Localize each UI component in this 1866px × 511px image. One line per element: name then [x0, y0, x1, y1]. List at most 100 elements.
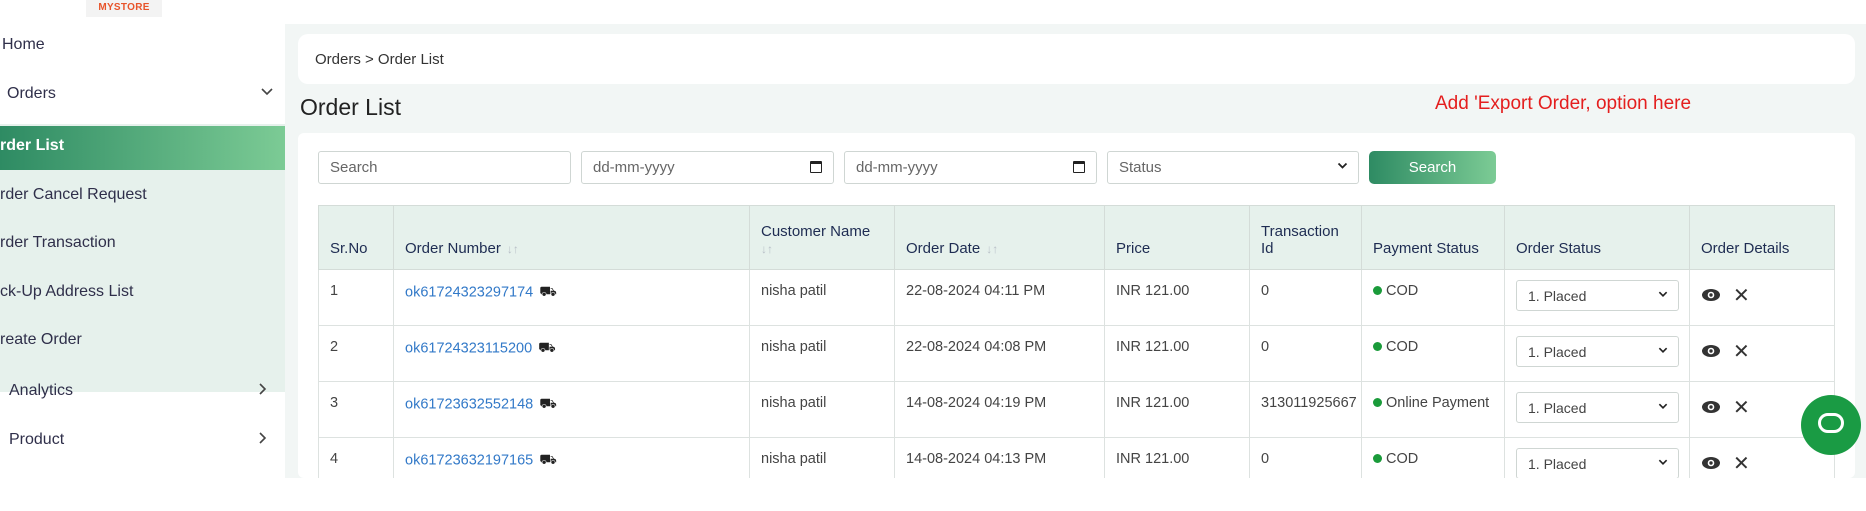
date-to-field[interactable]: dd-mm-yyyy [844, 151, 1097, 184]
cell-price: INR 121.00 [1104, 437, 1250, 478]
chevron-right-icon [256, 431, 270, 448]
delivery-truck-icon[interactable]: ⛟ [538, 339, 556, 358]
cell-order-details: ✕ [1689, 269, 1835, 326]
chevron-down-icon [1658, 399, 1668, 414]
sort-icon[interactable]: ↓↑ [507, 242, 519, 256]
status-dot-icon [1373, 454, 1382, 463]
chevron-down-icon [1658, 455, 1668, 470]
sidebar-item-order-cancel-request[interactable]: rder Cancel Request [0, 186, 285, 208]
col-header-customer-name[interactable]: Customer Name ↓↑ [749, 205, 895, 270]
chevron-down-icon [1658, 287, 1668, 302]
cell-payment-status: COD [1361, 437, 1505, 478]
order-number-link[interactable]: ok61724323297174 [405, 284, 533, 300]
status-dot-icon [1373, 286, 1382, 295]
breadcrumb: Orders > Order List [298, 34, 1855, 84]
order-number-link[interactable]: ok61724323115200 [405, 340, 532, 356]
col-header-order-details: Order Details [1689, 205, 1835, 270]
status-select-value: Status [1119, 159, 1162, 176]
cell-order-status: 1. Placed [1504, 269, 1690, 326]
status-select[interactable]: Status [1107, 151, 1359, 184]
sidebar-item-order-transaction[interactable]: rder Transaction [0, 234, 285, 256]
cell-order-number: ok61724323297174 ⛟ [393, 269, 750, 326]
order-number-link[interactable]: ok61723632552148 [405, 396, 533, 412]
chat-bubble-icon [1818, 413, 1844, 433]
status-dot-icon [1373, 398, 1382, 407]
cancel-close-icon[interactable]: ✕ [1733, 283, 1750, 308]
cell-customer-name: nisha patil [749, 381, 895, 438]
delivery-truck-icon[interactable]: ⛟ [539, 451, 557, 470]
table-row: 1 ok61724323297174 ⛟ nisha patil 22-08-20… [318, 269, 1835, 326]
sidebar-item-label: rder Transaction [0, 234, 116, 251]
cancel-close-icon[interactable]: ✕ [1733, 451, 1750, 476]
sidebar-item-label: ck-Up Address List [0, 283, 134, 300]
cell-order-date: 22-08-2024 04:08 PM [894, 325, 1105, 382]
cell-order-status: 1. Placed [1504, 381, 1690, 438]
col-header-order-number[interactable]: Order Number ↓↑ [393, 205, 750, 270]
chevron-down-icon [260, 85, 274, 102]
view-eye-icon[interactable] [1701, 286, 1721, 307]
cell-price: INR 121.00 [1104, 381, 1250, 438]
orders-table: Sr.No Order Number ↓↑ Customer Name ↓↑ Ord… [318, 205, 1835, 478]
order-status-select[interactable]: 1. Placed [1516, 336, 1679, 367]
order-status-select[interactable]: 1. Placed [1516, 392, 1679, 423]
sidebar-item-home[interactable]: Home [0, 36, 285, 58]
col-header-sr-no: Sr.No [318, 205, 394, 270]
cell-order-date: 14-08-2024 04:19 PM [894, 381, 1105, 438]
order-status-value: 1. Placed [1528, 288, 1587, 304]
col-header-order-date[interactable]: Order Date ↓↑ [894, 205, 1105, 270]
sidebar-item-orders[interactable]: Orders [0, 85, 285, 107]
cell-sr-no: 2 [318, 325, 394, 382]
order-status-select[interactable]: 1. Placed [1516, 280, 1679, 311]
sort-icon[interactable]: ↓↑ [761, 242, 773, 256]
cell-order-date: 22-08-2024 04:11 PM [894, 269, 1105, 326]
date-placeholder: dd-mm-yyyy [856, 159, 938, 176]
delivery-truck-icon[interactable]: ⛟ [539, 283, 557, 302]
date-from-field[interactable]: dd-mm-yyyy [581, 151, 834, 184]
cell-sr-no: 1 [318, 269, 394, 326]
search-button[interactable]: Search [1369, 151, 1496, 184]
sidebar-item-order-list[interactable]: rder List [0, 126, 285, 170]
col-header-payment-status: Payment Status [1361, 205, 1505, 270]
sidebar-item-create-order[interactable]: reate Order [0, 331, 285, 353]
sidebar-item-product[interactable]: Product [0, 431, 285, 453]
store-logo[interactable]: MYSTORE [86, 0, 162, 17]
cancel-close-icon[interactable]: ✕ [1733, 339, 1750, 364]
cell-price: INR 121.00 [1104, 269, 1250, 326]
sidebar-item-label: rder Cancel Request [0, 186, 147, 203]
delivery-truck-icon[interactable]: ⛟ [539, 395, 557, 414]
payment-status-text: COD [1386, 339, 1419, 355]
cell-order-number: ok61724323115200 ⛟ [393, 325, 750, 382]
col-header-transaction-id: Transaction Id [1249, 205, 1362, 270]
sidebar-item-pickup-address-list[interactable]: ck-Up Address List [0, 283, 285, 305]
search-input[interactable]: Search [318, 151, 571, 184]
cell-payment-status: COD [1361, 325, 1505, 382]
cancel-close-icon[interactable]: ✕ [1733, 395, 1750, 420]
status-dot-icon [1373, 342, 1382, 351]
payment-status-text: Online Payment [1386, 395, 1490, 411]
chat-button[interactable] [1801, 395, 1861, 455]
view-eye-icon[interactable] [1701, 342, 1721, 363]
order-status-select[interactable]: 1. Placed [1516, 448, 1679, 478]
order-number-link[interactable]: ok61723632197165 [405, 452, 533, 468]
view-eye-icon[interactable] [1701, 398, 1721, 419]
calendar-icon[interactable] [1073, 161, 1085, 173]
col-header-price: Price [1104, 205, 1250, 270]
order-status-value: 1. Placed [1528, 400, 1587, 416]
cell-customer-name: nisha patil [749, 325, 895, 382]
cell-customer-name: nisha patil [749, 437, 895, 478]
sort-icon[interactable]: ↓↑ [986, 242, 998, 256]
sidebar-item-analytics[interactable]: Analytics [0, 382, 285, 404]
cell-order-details: ✕ [1689, 325, 1835, 382]
table-row: 2 ok61724323115200 ⛟ nisha patil 22-08-20… [318, 325, 1835, 382]
chevron-right-icon [256, 382, 270, 399]
cell-order-status: 1. Placed [1504, 437, 1690, 478]
date-placeholder: dd-mm-yyyy [593, 159, 675, 176]
calendar-icon[interactable] [810, 161, 822, 173]
table-row: 3 ok61723632552148 ⛟ nisha patil 14-08-20… [318, 381, 1835, 438]
table-row: 4 ok61723632197165 ⛟ nisha patil 14-08-20… [318, 437, 1835, 478]
col-header-order-status: Order Status [1504, 205, 1690, 270]
view-eye-icon[interactable] [1701, 454, 1721, 475]
chevron-down-icon [1337, 159, 1348, 174]
table-header-row: Sr.No Order Number ↓↑ Customer Name ↓↑ Ord… [318, 205, 1835, 270]
order-status-value: 1. Placed [1528, 344, 1587, 360]
